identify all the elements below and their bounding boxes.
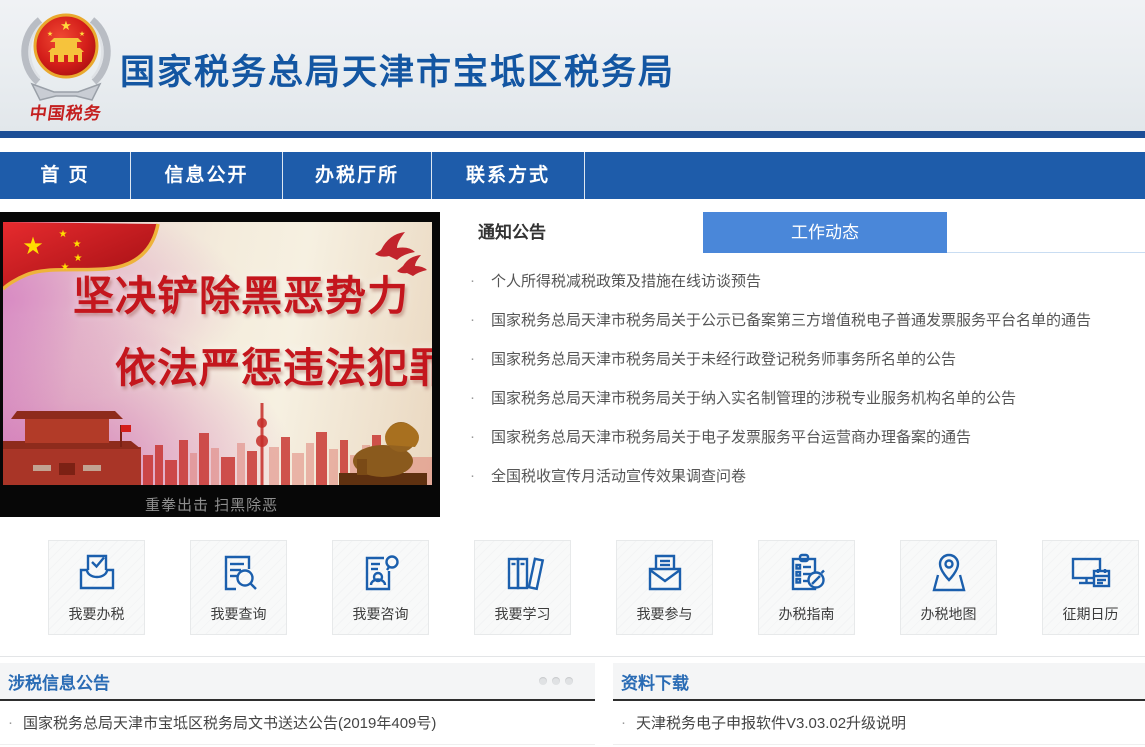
section-title: 资料下载 bbox=[621, 673, 689, 693]
banner-image: ★ ★ ★ ★ ★ 坚决铲除黑恶势力 依法严惩违法犯罪 bbox=[3, 222, 432, 485]
bullet-icon: · bbox=[470, 311, 475, 328]
campaign-banner[interactable]: ★ ★ ★ ★ ★ 坚决铲除黑恶势力 依法严惩违法犯罪 重拳出击 扫黑除恶 bbox=[0, 212, 440, 517]
bullet-icon: · bbox=[470, 467, 475, 484]
nav-item-home[interactable]: 首 页 bbox=[0, 152, 131, 199]
skyline-scene bbox=[3, 403, 432, 485]
quick-link-learn[interactable]: 我要学习 bbox=[474, 540, 571, 635]
quick-link-consult[interactable]: 我要咨询 bbox=[332, 540, 429, 635]
bullet-icon: · bbox=[470, 272, 475, 289]
svg-text:★: ★ bbox=[59, 229, 68, 240]
section-header: 涉税信息公告 bbox=[0, 663, 595, 701]
notice-link[interactable]: · 全国税收宣传月活动宣传效果调查问卷 bbox=[450, 456, 1145, 495]
svg-text:★: ★ bbox=[73, 239, 82, 250]
nav-item-tax-offices[interactable]: 办税厅所 bbox=[283, 152, 432, 199]
notice-link[interactable]: · 个人所得税减税政策及措施在线访谈预告 bbox=[450, 261, 1145, 300]
notice-link[interactable]: · 国家税务总局天津市税务局关于电子发票服务平台运营商办理备案的通告 bbox=[450, 417, 1145, 456]
nav-item-info-disclosure[interactable]: 信息公开 bbox=[131, 152, 283, 199]
quick-link-label: 我要咨询 bbox=[352, 606, 409, 622]
quick-link-tax-map[interactable]: 办税地图 bbox=[900, 540, 997, 635]
nav-item-contact[interactable]: 联系方式 bbox=[432, 152, 585, 199]
carousel-dots-icon bbox=[539, 677, 573, 685]
document-search-icon bbox=[216, 551, 262, 597]
section-divider bbox=[0, 656, 1145, 657]
notice-text: 国家税务总局天津市税务局关于未经行政登记税务师事务所名单的公告 bbox=[491, 351, 957, 368]
mail-participate-icon bbox=[642, 551, 688, 597]
quick-link-label: 我要查询 bbox=[210, 606, 267, 622]
main-nav: 首 页 信息公开 办税厅所 联系方式 bbox=[0, 152, 1145, 199]
logo-caption: 中国税务 bbox=[28, 104, 104, 123]
announcement-text: 国家税务总局天津市宝坻区税务局文书送达公告(2019年409号) bbox=[23, 715, 437, 732]
quick-link-participate[interactable]: 我要参与 bbox=[616, 540, 713, 635]
notice-text: 国家税务总局天津市税务局关于公示已备案第三方增值税电子普通发票服务平台名单的通告 bbox=[491, 312, 1092, 329]
section-title: 涉税信息公告 bbox=[8, 673, 110, 693]
site-header: ★ ★ ★ 中国税务 国家税务总局天津市宝坻区税务局 bbox=[0, 0, 1145, 131]
consult-icon bbox=[358, 551, 404, 597]
books-icon bbox=[500, 551, 546, 597]
notice-link[interactable]: · 国家税务总局天津市税务局关于公示已备案第三方增值税电子普通发票服务平台名单的通… bbox=[450, 300, 1145, 339]
svg-text:★: ★ bbox=[60, 18, 72, 33]
svg-text:★: ★ bbox=[61, 262, 70, 273]
quick-link-label: 我要参与 bbox=[636, 606, 693, 622]
tab-notices[interactable]: 通知公告 bbox=[450, 212, 703, 253]
notice-text: 个人所得税减税政策及措施在线访谈预告 bbox=[491, 273, 762, 290]
tax-info-announcements-section: 涉税信息公告 · 国家税务总局天津市宝坻区税务局文书送达公告(2019年409号… bbox=[0, 663, 595, 745]
calendar-monitor-icon bbox=[1068, 551, 1114, 597]
bullet-icon: · bbox=[470, 350, 475, 367]
notice-text: 国家税务总局天津市税务局关于电子发票服务平台运营商办理备案的通告 bbox=[491, 429, 972, 446]
quick-link-label: 征期日历 bbox=[1062, 606, 1119, 622]
bottom-sections: 涉税信息公告 · 国家税务总局天津市宝坻区税务局文书送达公告(2019年409号… bbox=[0, 663, 1145, 745]
map-pin-icon bbox=[926, 551, 972, 597]
quick-link-label: 办税指南 bbox=[778, 606, 835, 622]
bullet-icon: · bbox=[470, 389, 475, 406]
bullet-icon: · bbox=[8, 714, 13, 731]
svg-text:★: ★ bbox=[47, 30, 53, 38]
quick-links-row: 我要办税 我要查询 我要咨询 我要学习 我要参与 办税指南 办税地图 征期日历 bbox=[0, 540, 1145, 636]
bullet-icon: · bbox=[621, 714, 626, 731]
notice-panel: 通知公告 工作动态 · 个人所得税减税政策及措施在线访谈预告 · 国家税务总局天津市… bbox=[450, 212, 1145, 517]
announcement-link[interactable]: · 国家税务总局天津市宝坻区税务局文书送达公告(2019年409号) bbox=[0, 701, 595, 745]
download-link[interactable]: · 天津税务电子申报软件V3.03.02升级说明 bbox=[613, 701, 1145, 745]
quick-link-label: 办税地图 bbox=[920, 606, 977, 622]
banner-caption: 重拳出击 扫黑除恶 bbox=[145, 497, 279, 514]
downloads-section: 资料下载 · 天津税务电子申报软件V3.03.02升级说明 bbox=[613, 663, 1145, 745]
notice-link[interactable]: · 国家税务总局天津市税务局关于纳入实名制管理的涉税专业服务机构名单的公告 bbox=[450, 378, 1145, 417]
header-divider bbox=[0, 131, 1145, 138]
quick-link-tax-calendar[interactable]: 征期日历 bbox=[1042, 540, 1139, 635]
quick-link-label: 我要办税 bbox=[68, 606, 125, 622]
tab-work-news[interactable]: 工作动态 bbox=[703, 212, 947, 253]
notice-text: 全国税收宣传月活动宣传效果调查问卷 bbox=[491, 468, 747, 485]
tax-inbox-icon bbox=[74, 551, 120, 597]
quick-link-tax-guide[interactable]: 办税指南 bbox=[758, 540, 855, 635]
download-text: 天津税务电子申报软件V3.03.02升级说明 bbox=[636, 715, 907, 732]
quick-link-do-tax[interactable]: 我要办税 bbox=[48, 540, 145, 635]
section-header: 资料下载 bbox=[613, 663, 1145, 701]
quick-link-label: 我要学习 bbox=[494, 606, 551, 622]
notice-list: · 个人所得税减税政策及措施在线访谈预告 · 国家税务总局天津市税务局关于公示已备案… bbox=[450, 253, 1145, 495]
tax-bureau-logo[interactable]: ★ ★ ★ 中国税务 bbox=[14, 8, 118, 126]
quick-link-inquiry[interactable]: 我要查询 bbox=[190, 540, 287, 635]
clipboard-guide-icon bbox=[784, 551, 830, 597]
svg-text:★: ★ bbox=[79, 30, 85, 38]
notice-tabs: 通知公告 工作动态 bbox=[450, 212, 1145, 253]
banner-slogan-line1: 坚决铲除黑恶势力 bbox=[73, 273, 409, 319]
svg-text:★: ★ bbox=[22, 233, 44, 260]
page-title: 国家税务总局天津市宝坻区税务局 bbox=[120, 53, 676, 92]
notice-link[interactable]: · 国家税务总局天津市税务局关于未经行政登记税务师事务所名单的公告 bbox=[450, 339, 1145, 378]
bullet-icon: · bbox=[470, 428, 475, 445]
notice-text: 国家税务总局天津市税务局关于纳入实名制管理的涉税专业服务机构名单的公告 bbox=[491, 390, 1017, 407]
